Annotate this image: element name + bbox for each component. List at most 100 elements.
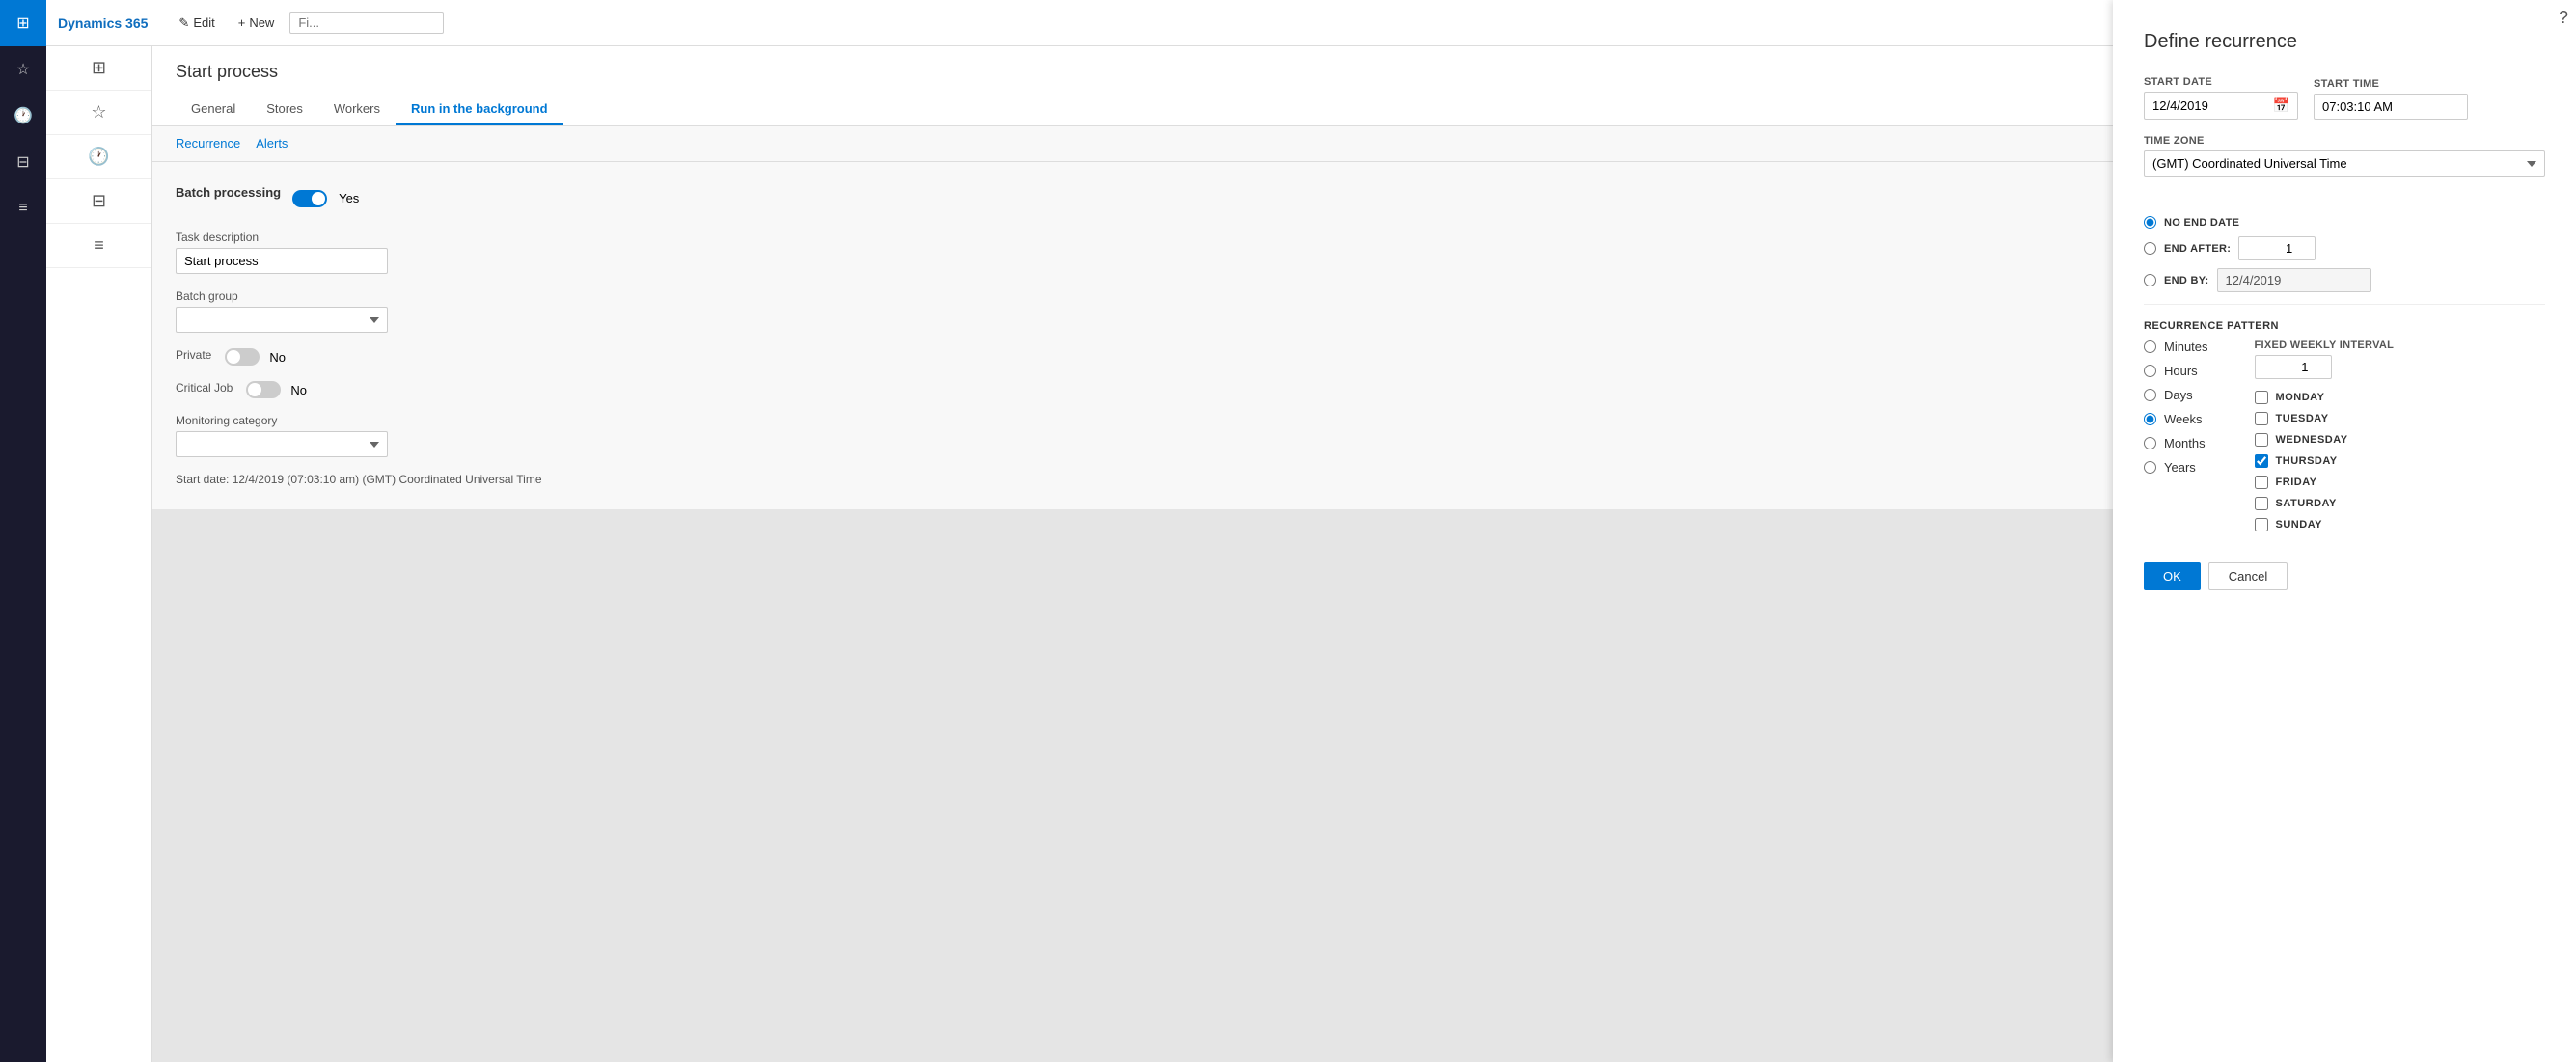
sidebar-icon-list[interactable]: ≡ — [46, 224, 151, 268]
tab-run-background[interactable]: Run in the background — [396, 94, 563, 125]
end-after-radio[interactable] — [2144, 242, 2156, 255]
edit-button[interactable]: ✎ Edit — [171, 12, 222, 35]
new-label: New — [249, 15, 274, 30]
weekly-interval-label: Fixed weekly interval — [2255, 340, 2545, 351]
nav-clock-icon[interactable]: 🕐 — [0, 93, 46, 139]
action-buttons: OK Cancel — [2144, 562, 2545, 590]
monday-checkbox[interactable] — [2255, 391, 2268, 404]
weeks-row: Weeks — [2144, 412, 2208, 426]
weekly-interval-row: Fixed weekly interval — [2255, 340, 2545, 379]
end-by-row: END BY: — [2144, 268, 2545, 292]
start-time-block: Start time — [2314, 78, 2468, 120]
tuesday-label: TUESDAY — [2276, 413, 2329, 424]
thursday-checkbox[interactable] — [2255, 454, 2268, 468]
sunday-checkbox[interactable] — [2255, 518, 2268, 531]
sidebar-icon-filter[interactable]: ⊟ — [46, 179, 151, 224]
years-radio[interactable] — [2144, 461, 2156, 474]
batch-processing-toggle[interactable] — [292, 190, 327, 207]
years-row: Years — [2144, 460, 2208, 475]
thursday-row: THURSDAY — [2255, 454, 2545, 468]
no-end-date-row: NO END DATE — [2144, 216, 2545, 229]
end-by-label: END BY: — [2164, 275, 2209, 286]
subtab-alerts[interactable]: Alerts — [256, 134, 288, 153]
friday-row: FRIDAY — [2255, 476, 2545, 489]
saturday-checkbox[interactable] — [2255, 497, 2268, 510]
day-checkboxes: MONDAY TUESDAY WEDNESDAY THURSDAY FRIDAY — [2255, 391, 2545, 531]
timezone-select[interactable]: (GMT) Coordinated Universal Time — [2144, 150, 2545, 177]
critical-job-toggle-label: No — [290, 383, 307, 397]
start-date-input[interactable] — [2152, 98, 2259, 113]
days-row: Days — [2144, 388, 2208, 402]
cancel-button[interactable]: Cancel — [2208, 562, 2288, 590]
batch-toggle-label: Yes — [339, 191, 359, 205]
start-date-label: Start date — [2144, 76, 2298, 88]
start-date-input-wrapper[interactable]: 📅 — [2144, 92, 2298, 120]
friday-checkbox[interactable] — [2255, 476, 2268, 489]
end-by-input[interactable] — [2217, 268, 2371, 292]
tab-stores[interactable]: Stores — [251, 94, 318, 125]
hours-row: Hours — [2144, 364, 2208, 378]
monitoring-category-select[interactable] — [176, 431, 388, 457]
new-icon: + — [238, 15, 246, 30]
no-end-date-label: NO END DATE — [2164, 217, 2239, 229]
hours-radio[interactable] — [2144, 365, 2156, 377]
wednesday-label: WEDNESDAY — [2276, 434, 2348, 446]
sunday-label: SUNDAY — [2276, 519, 2322, 531]
recurrence-pattern-title: RECURRENCE PATTERN — [2144, 320, 2545, 332]
saturday-label: SATURDAY — [2276, 498, 2337, 509]
private-label: Private — [176, 348, 211, 362]
subtab-recurrence[interactable]: Recurrence — [176, 134, 240, 153]
batch-group-select[interactable] — [176, 307, 388, 333]
help-icon[interactable]: ? — [2559, 8, 2568, 28]
critical-job-toggle[interactable] — [246, 381, 281, 398]
recurrence-pattern-group: Minutes Hours Days Weeks Months Years — [2144, 340, 2545, 531]
months-radio[interactable] — [2144, 437, 2156, 449]
minutes-radio[interactable] — [2144, 340, 2156, 353]
tuesday-checkbox[interactable] — [2255, 412, 2268, 425]
recurrence-title: Define recurrence — [2144, 31, 2545, 53]
end-by-radio[interactable] — [2144, 274, 2156, 286]
monday-label: MONDAY — [2276, 392, 2325, 403]
timezone-block: Time zone — [2144, 135, 2545, 147]
thursday-label: THURSDAY — [2276, 455, 2338, 467]
end-options-group: NO END DATE END AFTER: END BY: — [2144, 216, 2545, 292]
search-input[interactable] — [289, 12, 444, 34]
weekly-settings: Fixed weekly interval MONDAY TUESDAY WED… — [2255, 340, 2545, 531]
wednesday-checkbox[interactable] — [2255, 433, 2268, 447]
weeks-label: Weeks — [2164, 412, 2203, 426]
task-description-input[interactable] — [176, 248, 388, 274]
weeks-radio[interactable] — [2144, 413, 2156, 425]
days-radio[interactable] — [2144, 389, 2156, 401]
saturday-row: SATURDAY — [2255, 497, 2545, 510]
tab-general[interactable]: General — [176, 94, 251, 125]
hours-label: Hours — [2164, 364, 2198, 378]
weekly-interval-input[interactable] — [2255, 355, 2332, 379]
days-label: Days — [2164, 388, 2193, 402]
nav-star-icon[interactable]: ☆ — [0, 46, 46, 93]
calendar-icon[interactable]: 📅 — [2273, 97, 2289, 114]
sidebar-icon-clock[interactable]: 🕐 — [46, 135, 151, 179]
nav-home-icon[interactable]: ⊞ — [0, 0, 46, 46]
sidebar-icon-home[interactable]: ⊞ — [46, 46, 151, 91]
ok-button[interactable]: OK — [2144, 562, 2201, 590]
no-end-date-radio[interactable] — [2144, 216, 2156, 229]
sidebar-icon-star[interactable]: ☆ — [46, 91, 151, 135]
nav-grid-icon[interactable]: ⊟ — [0, 139, 46, 185]
left-nav: ⊞ ☆ 🕐 ⊟ ≡ — [0, 0, 46, 1062]
tab-workers[interactable]: Workers — [318, 94, 396, 125]
private-toggle[interactable] — [225, 348, 260, 366]
new-button[interactable]: + New — [231, 12, 283, 34]
end-after-label: END AFTER: — [2164, 243, 2231, 255]
start-time-input[interactable] — [2314, 94, 2468, 120]
private-toggle-label: No — [269, 350, 286, 365]
nav-menu-icon[interactable]: ≡ — [0, 185, 46, 231]
batch-processing-label: Batch processing — [176, 185, 281, 200]
minutes-row: Minutes — [2144, 340, 2208, 354]
timezone-label: Time zone — [2144, 135, 2545, 147]
recurrence-panel: Define recurrence Start date 📅 Start tim… — [2113, 0, 2576, 1062]
months-label: Months — [2164, 436, 2206, 450]
tuesday-row: TUESDAY — [2255, 412, 2545, 425]
end-after-input[interactable] — [2238, 236, 2316, 260]
sunday-row: SUNDAY — [2255, 518, 2545, 531]
friday-label: FRIDAY — [2276, 477, 2317, 488]
